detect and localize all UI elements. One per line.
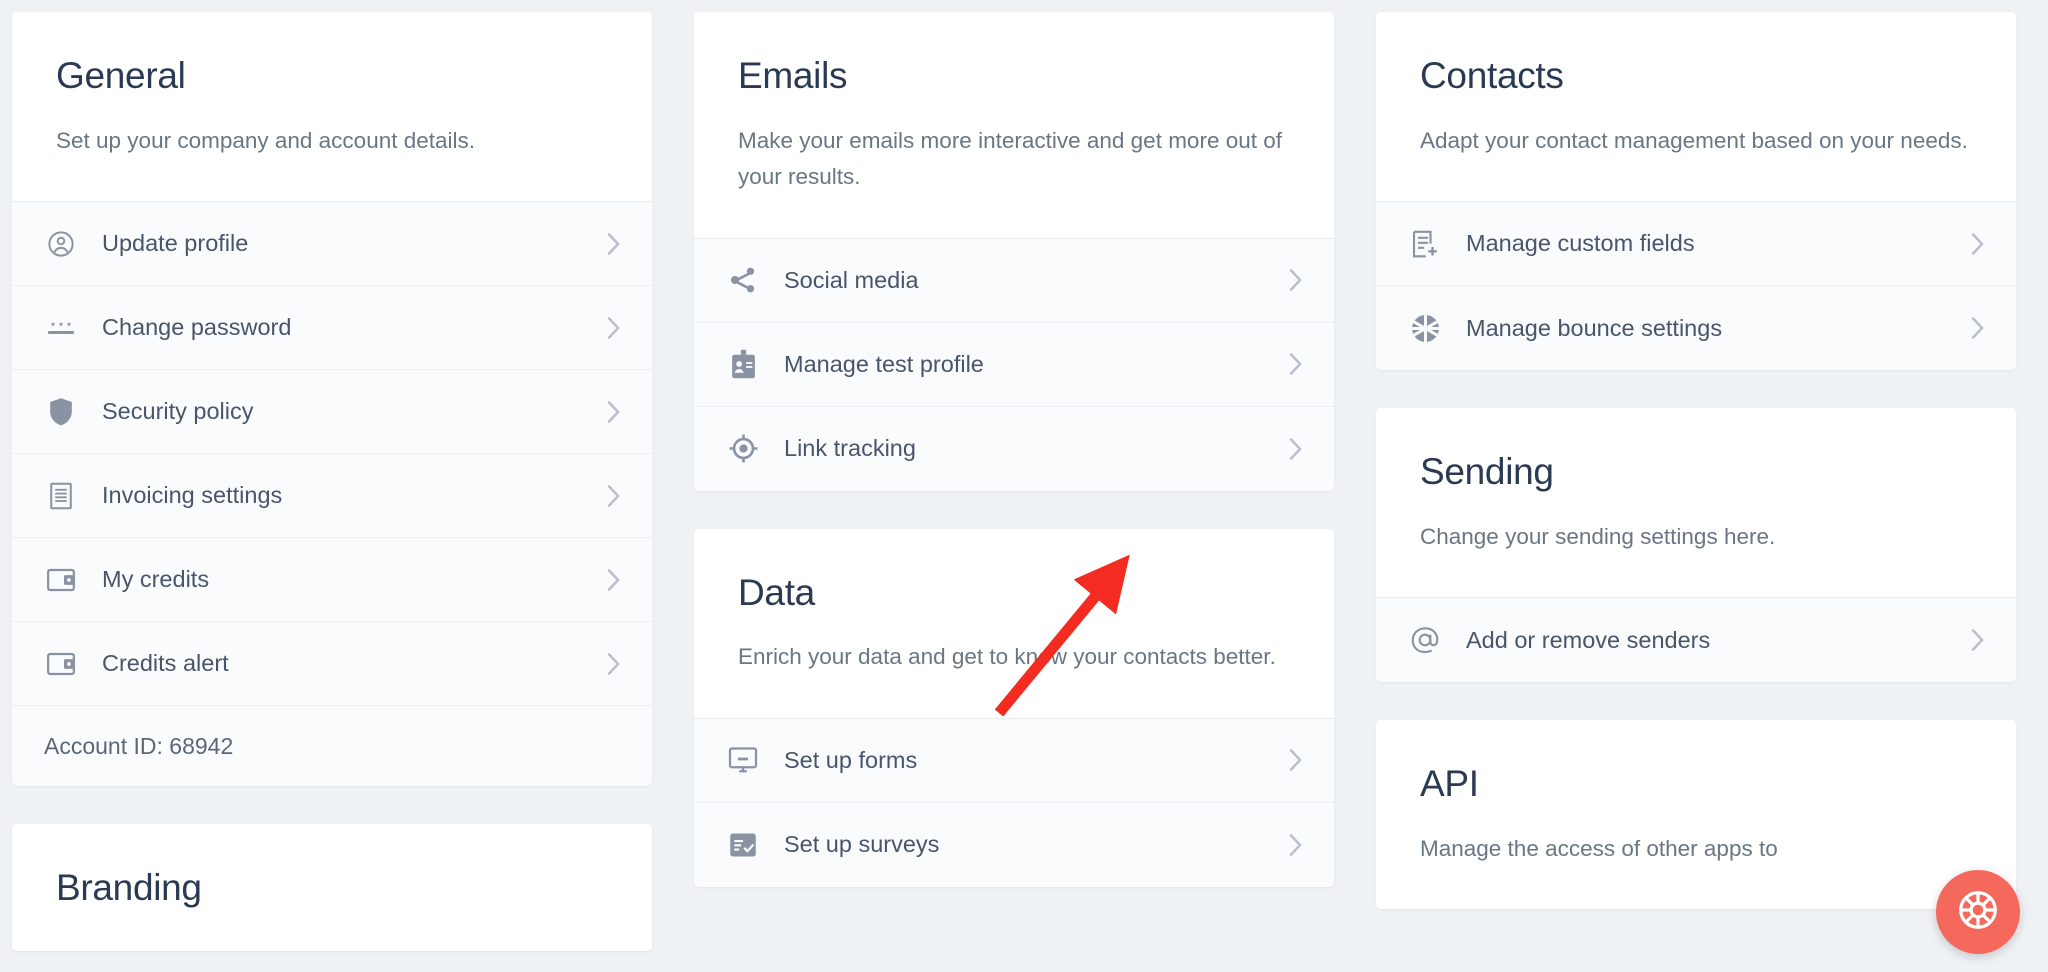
list-item-label: Add or remove senders [1466,626,1711,653]
list-item-change-password[interactable]: Change password [12,286,652,371]
chevron-right-icon [605,567,622,593]
wallet-icon [44,563,78,597]
chevron-right-icon [605,315,622,341]
password-dots-icon [44,311,78,345]
list-item-link-tracking[interactable]: Link tracking [694,406,1334,491]
card-api-description: Manage the access of other apps to [1420,835,1778,861]
list-item-invoicing-settings[interactable]: Invoicing settings [12,454,652,539]
list-item-label: Social media [784,266,919,293]
chevron-right-icon [605,651,622,677]
share-icon [726,263,760,297]
card-api-header: API Manage the access of other apps to [1376,720,2016,910]
list-item-set-up-forms[interactable]: Set up forms [694,718,1334,803]
card-contacts-description: Adapt your contact management based on y… [1420,127,1968,153]
chevron-right-icon [1969,315,1986,341]
card-api: API Manage the access of other apps to [1376,720,2016,910]
card-data-title: Data [738,571,815,613]
card-contacts-rows: Manage custom fields Manage bounce setti… [1376,201,2016,371]
list-item-label: Set up forms [784,746,918,773]
chevron-right-icon [605,231,622,257]
card-data-description: Enrich your data and get to know your co… [738,644,1276,670]
chevron-right-icon [1287,267,1304,293]
list-item-my-credits[interactable]: My credits [12,538,652,623]
account-id-label: Account ID: 68942 [44,732,234,759]
list-item-label: Manage test profile [784,350,984,377]
list-item-label: My credits [102,566,210,593]
chevron-right-icon [1287,436,1304,462]
card-sending-header: Sending Change your sending settings her… [1376,408,2016,598]
list-item-label: Change password [102,314,292,341]
chevron-right-icon [605,399,622,425]
column-general: General Set up your company and account … [12,12,652,951]
card-general-header: General Set up your company and account … [12,12,652,202]
chevron-right-icon [1287,832,1304,858]
list-item-manage-custom-fields[interactable]: Manage custom fields [1376,202,2016,287]
list-item-label: Security policy [102,398,254,425]
list-item-add-or-remove-senders[interactable]: Add or remove senders [1376,598,2016,683]
list-item-label: Manage bounce settings [1466,314,1723,341]
card-general: General Set up your company and account … [12,12,652,787]
at-sign-icon [1408,623,1442,657]
list-item-update-profile[interactable]: Update profile [12,202,652,287]
card-data-header: Data Enrich your data and get to know yo… [694,528,1334,718]
card-branding: Branding [12,824,652,951]
chevron-right-icon [1969,231,1986,257]
card-emails-rows: Social media Manage test profile Link tr… [694,237,1334,491]
list-item-label: Set up surveys [784,831,940,858]
page-title: General [56,55,186,96]
card-data: Data Enrich your data and get to know yo… [694,528,1334,887]
custom-fields-icon [1408,227,1442,261]
card-api-title: API [1420,763,1479,805]
card-emails: Emails Make your emails more interactive… [694,12,1334,491]
lifebuoy-icon [1955,887,2001,938]
card-contacts: Contacts Adapt your contact management b… [1376,12,2016,371]
card-sending-description: Change your sending settings here. [1420,523,1776,549]
card-general-description: Set up your company and account details. [56,127,476,153]
wallet-icon [44,647,78,681]
list-item-label: Credits alert [102,650,229,677]
card-general-rows: Update profile Change password Security … [12,201,652,787]
list-item-credits-alert[interactable]: Credits alert [12,622,652,707]
shield-icon [44,395,78,429]
chevron-right-icon [1287,351,1304,377]
bounce-ball-icon [1408,311,1442,345]
card-sending-rows: Add or remove senders [1376,597,2016,683]
card-contacts-title: Contacts [1420,55,1564,96]
list-item-label: Manage custom fields [1466,230,1695,257]
card-branding-title: Branding [56,867,202,909]
card-sending: Sending Change your sending settings her… [1376,408,2016,683]
target-icon [726,432,760,466]
card-sending-title: Sending [1420,451,1554,493]
list-item-set-up-surveys[interactable]: Set up surveys [694,802,1334,887]
card-emails-title: Emails [738,55,848,96]
settings-page: General Set up your company and account … [0,0,2048,972]
card-emails-description: Make your emails more interactive and ge… [738,127,1282,190]
settings-columns: General Set up your company and account … [12,12,2048,951]
form-icon [726,743,760,777]
chevron-right-icon [605,483,622,509]
column-contacts: Contacts Adapt your contact management b… [1376,12,2016,910]
list-item-manage-bounce-settings[interactable]: Manage bounce settings [1376,286,2016,371]
support-button[interactable] [1936,870,2020,954]
column-emails: Emails Make your emails more interactive… [694,12,1334,887]
user-circle-icon [44,227,78,261]
card-contacts-header: Contacts Adapt your contact management b… [1376,12,2016,202]
list-item-label: Invoicing settings [102,482,283,509]
list-item-security-policy[interactable]: Security policy [12,370,652,455]
list-item-label: Link tracking [784,435,916,462]
card-emails-header: Emails Make your emails more interactive… [694,12,1334,238]
list-item-label: Update profile [102,230,249,257]
card-data-rows: Set up forms Set up surveys [694,717,1334,887]
account-id-row: Account ID: 68942 [12,706,652,787]
id-badge-icon [726,347,760,381]
list-item-social-media[interactable]: Social media [694,238,1334,323]
list-item-manage-test-profile[interactable]: Manage test profile [694,322,1334,407]
chevron-right-icon [1969,627,1986,653]
invoice-icon [44,479,78,513]
survey-icon [726,828,760,862]
chevron-right-icon [1287,747,1304,773]
card-branding-header: Branding [12,824,652,951]
